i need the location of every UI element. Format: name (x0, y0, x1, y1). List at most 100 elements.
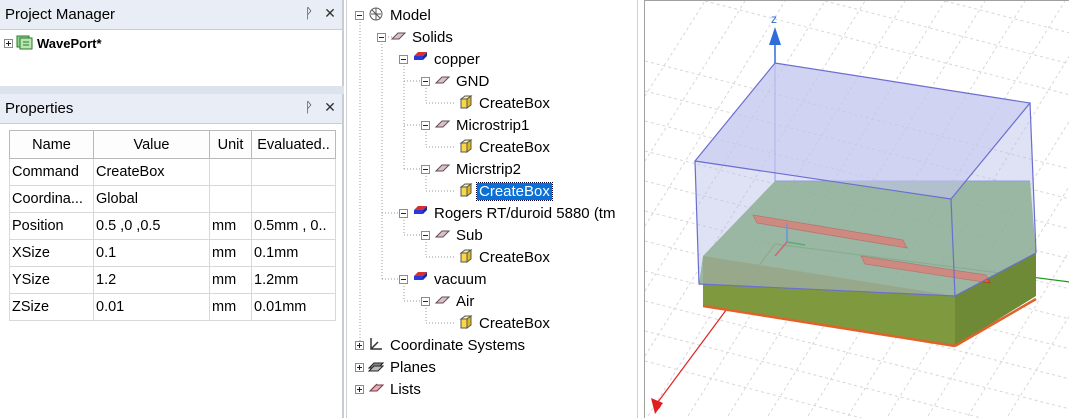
collapse-icon[interactable] (421, 230, 430, 240)
table-row[interactable]: ZSize 0.01 mm 0.01mm (9, 293, 336, 321)
material-icon (412, 205, 428, 222)
collapse-icon[interactable] (421, 120, 430, 130)
project-manager-title: Project Manager (5, 6, 116, 23)
properties-panel: Properties ᚹ ✕ Name Value Unit Evaluated… (0, 94, 344, 418)
table-row[interactable]: XSize 0.1 mm 0.1mm (9, 239, 336, 267)
createbox-icon (459, 182, 473, 201)
table-row[interactable]: Command CreateBox (9, 158, 336, 186)
expand-icon[interactable] (355, 340, 364, 350)
tree-node-solids[interactable]: Solids (377, 27, 455, 47)
3d-modeler-view[interactable]: z (644, 0, 1069, 418)
property-value[interactable]: 0.1 (93, 239, 210, 267)
tree-label: Model (390, 6, 431, 24)
tree-node-micrstrip2[interactable]: Micrstrip2 (421, 159, 523, 179)
property-value[interactable]: 0.5 ,0 ,0.5 (93, 212, 210, 240)
coordinate-system-icon (368, 336, 384, 355)
properties-header: Properties ᚹ ✕ (0, 94, 342, 124)
property-name: XSize (9, 239, 94, 267)
table-header-row: Name Value Unit Evaluated.. (9, 130, 336, 159)
property-unit[interactable]: mm (209, 212, 252, 240)
close-icon[interactable]: ✕ (323, 5, 337, 22)
solid-icon (434, 161, 451, 178)
left-column: Project Manager ᚹ ✕ WavePort* Properties… (0, 0, 344, 418)
tree-node-createbox[interactable]: CreateBox (459, 93, 552, 113)
pin-icon[interactable]: ᚹ (302, 5, 316, 21)
property-unit[interactable] (209, 158, 252, 186)
tree-node-rogers[interactable]: Rogers RT/duroid 5880 (tm (399, 203, 617, 223)
tree-label: CreateBox (479, 138, 550, 156)
3d-viewport[interactable]: z (645, 1, 1069, 418)
collapse-icon[interactable] (421, 296, 430, 306)
expand-icon[interactable] (4, 39, 13, 48)
tree-label: CreateBox (476, 181, 553, 201)
property-name: YSize (9, 266, 94, 294)
tree-node-gnd[interactable]: GND (421, 71, 491, 91)
project-item[interactable]: WavePort* (4, 34, 102, 53)
property-evaluated (251, 185, 336, 213)
createbox-icon (459, 94, 473, 113)
collapse-icon[interactable] (355, 10, 364, 20)
property-evaluated: 0.01mm (251, 293, 336, 321)
properties-title: Properties (5, 100, 74, 117)
tree-label: CreateBox (479, 94, 550, 112)
property-value[interactable]: 0.01 (93, 293, 210, 321)
property-evaluated (251, 158, 336, 186)
property-value[interactable]: 1.2 (93, 266, 210, 294)
collapse-icon[interactable] (421, 76, 430, 86)
tree-node-air[interactable]: Air (421, 291, 476, 311)
table-row[interactable]: Coordina... Global (9, 185, 336, 213)
tree-label: Sub (456, 226, 483, 244)
model-icon (368, 6, 384, 25)
property-value[interactable]: CreateBox (93, 158, 210, 186)
project-name: WavePort* (37, 36, 102, 51)
column-header-value[interactable]: Value (93, 130, 210, 159)
tree-node-copper[interactable]: copper (399, 49, 482, 69)
collapse-icon[interactable] (377, 32, 386, 42)
property-unit[interactable]: mm (209, 266, 252, 294)
property-evaluated: 1.2mm (251, 266, 336, 294)
tree-node-vacuum[interactable]: vacuum (399, 269, 489, 289)
tree-node-model[interactable]: Model (355, 5, 433, 25)
tree-node-coordinate-systems[interactable]: Coordinate Systems (355, 335, 527, 355)
tree-label: GND (456, 72, 490, 90)
close-icon[interactable]: ✕ (323, 99, 337, 116)
createbox-icon (459, 248, 473, 267)
table-row[interactable]: Position 0.5 ,0 ,0.5 mm 0.5mm , 0.. (9, 212, 336, 240)
table-row[interactable]: YSize 1.2 mm 1.2mm (9, 266, 336, 294)
property-name: ZSize (9, 293, 94, 321)
tree-node-createbox[interactable]: CreateBox (459, 313, 552, 333)
project-manager-header: Project Manager ᚹ ✕ (0, 0, 342, 30)
collapse-icon[interactable] (399, 54, 408, 64)
z-axis-arrow-icon (769, 27, 781, 45)
x-axis-handle[interactable] (653, 401, 661, 409)
tree-node-microstrip1[interactable]: Microstrip1 (421, 115, 531, 135)
tree-label: Planes (390, 358, 436, 376)
project-tree: WavePort* (0, 30, 342, 86)
tree-label: copper (434, 50, 480, 68)
tree-node-createbox[interactable]: CreateBox (459, 137, 552, 157)
property-value[interactable]: Global (93, 185, 210, 213)
column-header-unit[interactable]: Unit (209, 130, 252, 159)
tree-node-planes[interactable]: Planes (355, 357, 438, 377)
collapse-icon[interactable] (399, 208, 408, 218)
column-header-name[interactable]: Name (9, 130, 94, 159)
property-unit[interactable]: mm (209, 293, 252, 321)
expand-icon[interactable] (355, 384, 364, 394)
pin-icon[interactable]: ᚹ (302, 99, 316, 115)
column-header-evaluated[interactable]: Evaluated.. (251, 130, 336, 159)
tree-label: Microstrip1 (456, 116, 530, 134)
tree-node-lists[interactable]: Lists (355, 379, 423, 399)
tree-label: Rogers RT/duroid 5880 (tm (434, 204, 616, 222)
material-icon (412, 51, 428, 68)
expand-icon[interactable] (355, 362, 364, 372)
collapse-icon[interactable] (421, 164, 430, 174)
tree-node-createbox-selected[interactable]: CreateBox (459, 181, 553, 201)
tree-node-sub[interactable]: Sub (421, 225, 485, 245)
panel-splitter[interactable] (0, 86, 344, 94)
collapse-icon[interactable] (399, 274, 408, 284)
property-unit[interactable]: mm (209, 239, 252, 267)
property-name: Position (9, 212, 94, 240)
property-name: Command (9, 158, 94, 186)
tree-node-createbox[interactable]: CreateBox (459, 247, 552, 267)
property-unit[interactable] (209, 185, 252, 213)
